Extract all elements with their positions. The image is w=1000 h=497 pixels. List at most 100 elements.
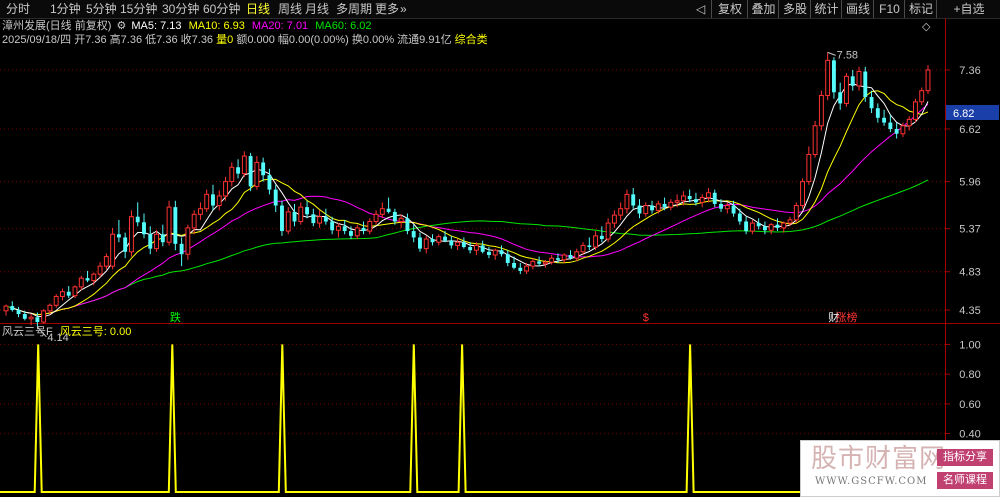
candle-body	[737, 213, 742, 222]
candle-body	[285, 211, 291, 232]
candle	[744, 216, 749, 235]
candle-body	[254, 161, 260, 187]
candle-body	[468, 247, 473, 251]
candle-body	[211, 194, 215, 206]
change-value: 0.00(0.00%)	[288, 34, 349, 46]
candle-body	[631, 194, 636, 206]
candle-body	[41, 310, 47, 323]
candle-body	[844, 75, 849, 104]
candle	[342, 219, 347, 235]
candle	[72, 285, 78, 299]
y-tick-label: 5.96	[959, 177, 980, 189]
candle-body	[103, 256, 109, 267]
candle-body	[461, 242, 466, 248]
candle-body	[436, 236, 442, 243]
candle	[749, 219, 755, 235]
low-key: 低	[145, 34, 157, 46]
watermark-badge-course: 名师课程	[937, 472, 993, 489]
amount-value: 0.000	[247, 34, 275, 46]
indicator-name[interactable]: 风云三号F	[2, 326, 53, 338]
candle-body	[160, 234, 165, 243]
candle	[919, 87, 925, 106]
y-tick-label: 1.00	[959, 339, 980, 351]
candle-body	[637, 205, 642, 214]
candle-body	[148, 234, 153, 249]
candle	[248, 152, 253, 192]
candle-body	[643, 205, 649, 215]
candle-body	[888, 122, 893, 129]
candle	[706, 187, 711, 203]
candle-body	[379, 208, 385, 215]
candle-body	[894, 128, 899, 134]
ma10-label: MA10: 6.93	[188, 20, 245, 32]
candle-body	[756, 223, 761, 227]
candle-body	[875, 108, 880, 118]
amount-key: 额	[236, 34, 248, 46]
candle	[110, 227, 116, 270]
candle	[311, 208, 316, 227]
candle-body	[142, 222, 146, 235]
event-marker-3: 涨榜	[835, 310, 857, 324]
candle-body	[72, 286, 78, 297]
candle	[430, 234, 435, 246]
candle	[731, 200, 736, 217]
ma5-line	[12, 83, 929, 318]
candle	[241, 151, 247, 177]
candle	[875, 103, 880, 123]
candle-body	[719, 203, 723, 209]
candle-body	[542, 261, 548, 265]
candle-body	[599, 235, 604, 240]
candle	[78, 275, 84, 291]
candle	[142, 213, 146, 239]
candle	[443, 231, 447, 243]
low-value: 7.36	[156, 34, 178, 46]
candle-body	[154, 233, 159, 250]
high-key: 高	[109, 34, 121, 46]
candle-body	[135, 216, 140, 223]
candle	[10, 301, 15, 312]
candle	[618, 202, 624, 220]
candle	[128, 210, 134, 257]
candle	[561, 253, 567, 263]
indicator-legend-row: 风云三号F 风云三号: 0.00	[2, 325, 131, 339]
candle-body	[323, 216, 328, 222]
indicator-axis: 1.00 0.80 0.60 0.40	[945, 339, 981, 441]
candle-body	[856, 71, 862, 87]
candle-body	[712, 192, 717, 204]
candle	[323, 208, 328, 225]
candle-body	[386, 208, 391, 212]
candle-body	[574, 251, 580, 259]
candle	[185, 224, 191, 260]
ma10-line	[12, 90, 929, 316]
ma20-label: MA20: 7.01	[251, 20, 309, 32]
candle-body	[568, 254, 573, 259]
candle-body	[116, 234, 121, 238]
candle	[800, 178, 806, 209]
candle-body	[449, 240, 454, 246]
y-tick-label: 0.60	[959, 399, 980, 411]
current-price-label: 6.82	[953, 108, 974, 120]
indicator-value: 风云三号: 0.00	[59, 326, 132, 338]
candle	[449, 235, 454, 249]
candle-body	[53, 295, 59, 306]
event-marker-0: 跌	[170, 310, 181, 324]
category-label[interactable]: 综合类	[455, 34, 488, 46]
candle-body	[423, 238, 429, 250]
quote-info-row: 2025/09/18/四 开7.36 高7.36 低7.36 收7.36 量0 …	[2, 33, 488, 47]
candle	[135, 202, 140, 227]
candle	[492, 248, 498, 260]
ma5-label: MA5: 7.13	[131, 20, 182, 32]
high-value: 7.36	[120, 34, 143, 46]
settings-gear-icon[interactable]: ⚙	[116, 20, 126, 32]
candle	[53, 294, 59, 308]
candle	[631, 187, 636, 209]
candle	[793, 202, 799, 224]
diamond-icon[interactable]: ◇	[922, 20, 930, 34]
candle-body	[216, 195, 222, 207]
candle-body	[91, 273, 97, 282]
candle-body	[913, 101, 918, 120]
candle	[85, 270, 90, 283]
candle-body	[518, 267, 523, 271]
candle	[148, 226, 153, 255]
candle	[123, 232, 128, 259]
